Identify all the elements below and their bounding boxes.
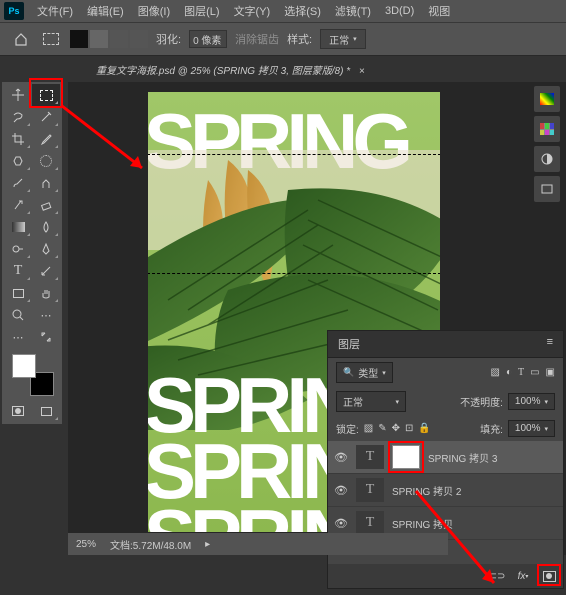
- visibility-icon[interactable]: 👁: [334, 450, 348, 464]
- eraser-tool[interactable]: [32, 194, 60, 216]
- visibility-icon[interactable]: 👁: [334, 483, 348, 497]
- lock-trans-icon[interactable]: ▨: [364, 423, 373, 434]
- layer-name[interactable]: SPRING 拷贝 3: [428, 450, 497, 465]
- swap-colors-icon[interactable]: [32, 326, 60, 348]
- zoom-tool[interactable]: [4, 304, 32, 326]
- menu-view[interactable]: 视图: [421, 3, 457, 19]
- lasso-tool[interactable]: [4, 106, 32, 128]
- filter-type-dropdown[interactable]: 🔍类型▾: [336, 362, 393, 383]
- filter-smart-icon[interactable]: ▣: [546, 367, 555, 378]
- fill-input[interactable]: 100%▾: [508, 420, 555, 437]
- lock-brush-icon[interactable]: ✎: [378, 423, 386, 434]
- shape-tool[interactable]: [4, 282, 32, 304]
- status-bar: 25% 文档:5.72M/48.0M ▸: [68, 533, 448, 555]
- blur-tool[interactable]: [32, 216, 60, 238]
- menu-file[interactable]: 文件(F): [30, 3, 80, 19]
- style-label: 样式:: [287, 31, 312, 47]
- antialias-label: 消除锯齿: [235, 31, 279, 47]
- history-brush-tool[interactable]: [4, 194, 32, 216]
- lock-label: 锁定:: [336, 421, 359, 436]
- dock-swatches-icon[interactable]: [534, 116, 560, 142]
- type-thumb-icon: T: [356, 478, 384, 502]
- lock-all-icon[interactable]: 🔒: [418, 423, 430, 434]
- layer-spring-copy-3[interactable]: 👁 T SPRING 拷贝 3: [328, 441, 563, 474]
- menu-type[interactable]: 文字(Y): [227, 3, 278, 19]
- blend-mode-dropdown[interactable]: 正常▾: [336, 391, 406, 412]
- screenmode-icon[interactable]: [32, 400, 60, 422]
- brush-tool[interactable]: [4, 172, 32, 194]
- filter-adj-icon[interactable]: ◐: [506, 367, 512, 378]
- annotation-arrow-1: [54, 100, 154, 180]
- feather-input[interactable]: [189, 30, 227, 48]
- dock-color-icon[interactable]: [534, 86, 560, 112]
- text-tool[interactable]: T: [4, 260, 32, 282]
- filter-pixel-icon[interactable]: ▧: [490, 367, 499, 378]
- menu-layer[interactable]: 图层(L): [177, 3, 226, 19]
- zoom-level[interactable]: 25%: [76, 539, 96, 550]
- pen-tool[interactable]: [32, 238, 60, 260]
- filter-type-icon[interactable]: T: [518, 367, 524, 378]
- fx-icon[interactable]: fx▾: [515, 568, 531, 584]
- feather-label: 羽化:: [156, 31, 181, 47]
- visibility-icon[interactable]: 👁: [334, 516, 348, 530]
- dock-libraries-icon[interactable]: [534, 176, 560, 202]
- type-thumb-icon: T: [356, 511, 384, 535]
- menu-image[interactable]: 图像(I): [131, 3, 177, 19]
- fill-label: 填充:: [480, 421, 503, 436]
- type-thumb-icon: T: [356, 445, 384, 469]
- opacity-input[interactable]: 100%▾: [508, 393, 555, 410]
- ps-logo: Ps: [4, 2, 24, 20]
- doc-size: 文档:5.72M/48.0M: [110, 537, 191, 552]
- move-tool[interactable]: [4, 84, 32, 106]
- lock-artboard-icon[interactable]: ⊡: [405, 423, 413, 434]
- gradient-tool[interactable]: [4, 216, 32, 238]
- layers-tab[interactable]: 图层: [338, 336, 360, 352]
- filter-shape-icon[interactable]: ▭: [530, 367, 539, 378]
- lock-pos-icon[interactable]: ✥: [392, 423, 400, 434]
- status-chevron-icon[interactable]: ▸: [205, 539, 210, 550]
- menu-filter[interactable]: 滤镜(T): [328, 3, 378, 19]
- toolbox: T ⋯ ⋯: [2, 82, 62, 424]
- dodge-tool[interactable]: [4, 238, 32, 260]
- more-tools[interactable]: ⋯: [32, 304, 60, 326]
- new-selection[interactable]: [70, 30, 88, 48]
- panel-menu-icon[interactable]: ≡: [547, 336, 553, 352]
- quickmask-icon[interactable]: [4, 400, 32, 422]
- style-dropdown[interactable]: 正常 ▾: [320, 29, 366, 49]
- healing-tool[interactable]: [4, 150, 32, 172]
- document-tab[interactable]: 重复文字海报.psd @ 25% (SPRING 拷贝 3, 图层蒙版/8) *…: [86, 58, 375, 81]
- selection-preset-icon[interactable]: [40, 28, 62, 50]
- home-icon[interactable]: [10, 28, 32, 50]
- menu-3d[interactable]: 3D(D): [378, 5, 421, 17]
- fg-color[interactable]: [12, 354, 36, 378]
- crop-tool[interactable]: [4, 128, 32, 150]
- opacity-label: 不透明度:: [460, 394, 503, 409]
- sub-selection[interactable]: [110, 30, 128, 48]
- menu-edit[interactable]: 编辑(E): [80, 3, 131, 19]
- annotation-mask-box: [388, 441, 424, 473]
- menu-select[interactable]: 选择(S): [277, 3, 328, 19]
- intersect-selection[interactable]: [130, 30, 148, 48]
- annotation-maskbtn-box: [537, 564, 561, 586]
- path-tool[interactable]: [32, 260, 60, 282]
- dock-adjustments-icon[interactable]: [534, 146, 560, 172]
- edit-toolbar[interactable]: ⋯: [4, 326, 32, 348]
- marquee-selection: [148, 154, 440, 274]
- add-selection[interactable]: [90, 30, 108, 48]
- hand-tool[interactable]: [32, 282, 60, 304]
